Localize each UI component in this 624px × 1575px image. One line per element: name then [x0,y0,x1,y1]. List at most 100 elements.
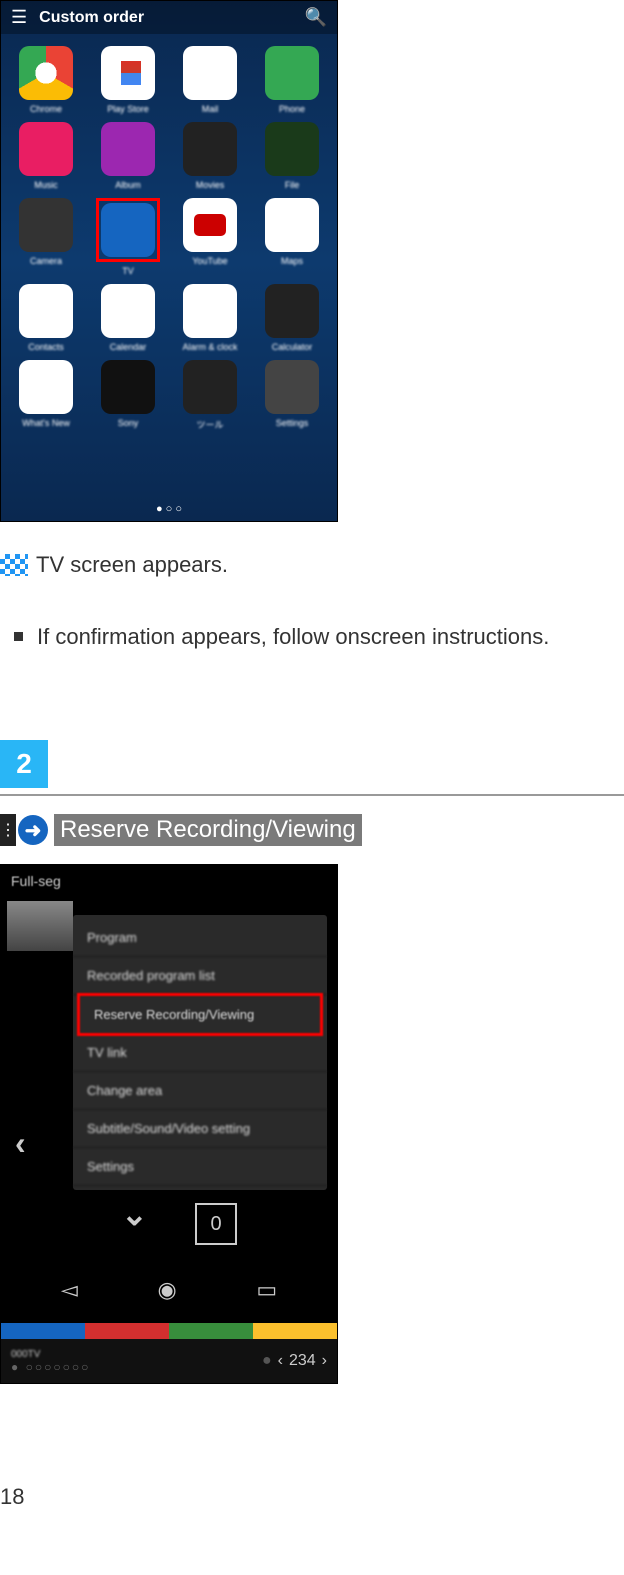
app-tv: TV [91,198,165,276]
app-label: Camera [30,256,62,266]
overflow-menu-icon: ⋮ [0,814,16,846]
music-icon [19,122,73,176]
volume-indicator: 0 [195,1203,237,1245]
chrome-icon [19,46,73,100]
app-settings: Settings [255,360,329,431]
app-grid: Chrome Play Store Mail Phone Music Album Movie… [1,34,337,443]
tv-icon [101,203,155,257]
app-label: Mail [202,104,219,114]
app-phone: Phone [255,46,329,114]
app--: ツール [173,360,247,431]
step-divider [0,794,624,796]
result-row: TV screen appears. [0,552,624,578]
app-bar: ☰ Custom order 🔍 [1,1,337,34]
app-label: Settings [276,418,309,428]
menu-item-settings: Settings [73,1148,327,1186]
tv-bottom-bar: 000TV ● ○○○○○○○ ● ‹ 234 › [1,1339,337,1383]
app-mail: Mail [173,46,247,114]
home-icon: ◉ [157,1277,176,1303]
app-label: Chrome [30,104,62,114]
channel-number: 234 [289,1352,316,1370]
mail-icon [183,46,237,100]
menu-item-subtitle-sound-video-setting: Subtitle/Sound/Video setting [73,1110,327,1148]
app-label: Album [115,180,141,190]
screen-title: Custom order [39,9,304,27]
tv-preview-thumbnail [7,901,73,951]
app-label: Alarm & clock [182,342,237,352]
sony-icon [101,360,155,414]
maps-icon [265,198,319,252]
android-home-screenshot: ☰ Custom order 🔍 Chrome Play Store Mail Pho… [0,0,338,522]
search-icon: 🔍 [305,7,327,28]
app-what-s-new: What's New [9,360,83,431]
what-s-new-icon [19,360,73,414]
menu-item-program: Program [73,919,327,957]
step-number: 2 [16,748,32,780]
hamburger-icon: ☰ [11,7,27,28]
phone-icon [265,46,319,100]
bullet-icon [14,632,23,641]
app-music: Music [9,122,83,190]
--icon [183,360,237,414]
menu-item-recorded-program-list: Recorded program list [73,957,327,995]
signal-indicator: 000TV ● ○○○○○○○ [11,1349,90,1374]
app-label: TV [122,266,134,276]
app-label: File [285,180,300,190]
app-alarm-clock: Alarm & clock [173,284,247,352]
app-file: File [255,122,329,190]
red-button [85,1323,169,1339]
bullet-text: If confirmation appears, follow onscreen… [37,624,549,650]
channel-next-icon: › [322,1352,327,1370]
app-label: ツール [196,418,223,431]
page-indicator: ● ○ ○ [1,503,337,515]
app-label: Calculator [272,342,313,352]
page-number: 18 [0,1484,624,1510]
settings-icon [265,360,319,414]
menu-item-tv-link: TV link [73,1034,327,1072]
step-2-marker: 2 [0,740,48,788]
movies-icon [183,122,237,176]
channel-control: ● ‹ 234 › [262,1352,327,1370]
menu-item-reserve-recording-viewing: Reserve Recording/Viewing [77,993,323,1036]
app-contacts: Contacts [9,284,83,352]
album-icon [101,122,155,176]
calculator-icon [265,284,319,338]
app-sony: Sony [91,360,165,431]
app-label: Maps [281,256,303,266]
app-chrome: Chrome [9,46,83,114]
app-maps: Maps [255,198,329,276]
play-store-icon [101,46,155,100]
color-button-bar [1,1323,337,1339]
camera-icon [19,198,73,252]
app-label: Contacts [28,342,64,352]
app-calendar: Calendar [91,284,165,352]
green-button [169,1323,253,1339]
contacts-icon [19,284,73,338]
file-icon [265,122,319,176]
chevron-left-icon: ‹ [15,1125,26,1162]
app-camera: Camera [9,198,83,276]
action-label: Reserve Recording/Viewing [54,814,362,846]
youtube-icon [183,198,237,252]
chevron-down-icon: ⌄ [121,1195,148,1233]
app-label: What's New [22,418,70,428]
app-label: YouTube [192,256,227,266]
app-movies: Movies [173,122,247,190]
app-youtube: YouTube [173,198,247,276]
result-text: TV screen appears. [36,552,228,578]
app-label: Phone [279,104,305,114]
yellow-button [253,1323,337,1339]
app-play-store: Play Store [91,46,165,114]
app-calculator: Calculator [255,284,329,352]
recent-icon: ▭ [256,1277,277,1303]
arrow-right-icon: ➜ [18,815,48,845]
tv-menu-screenshot: Full-seg ProgramRecorded program listRes… [0,864,338,1384]
app-label: Sony [118,418,139,428]
step-2-action: ⋮ ➜ Reserve Recording/Viewing [0,814,624,846]
back-icon: ◅ [61,1277,78,1303]
alarm-clock-icon [183,284,237,338]
app-label: Calendar [110,342,147,352]
calendar-icon [101,284,155,338]
app-label: Play Store [107,104,149,114]
android-nav-bar: ◅ ◉ ▭ [1,1269,337,1311]
